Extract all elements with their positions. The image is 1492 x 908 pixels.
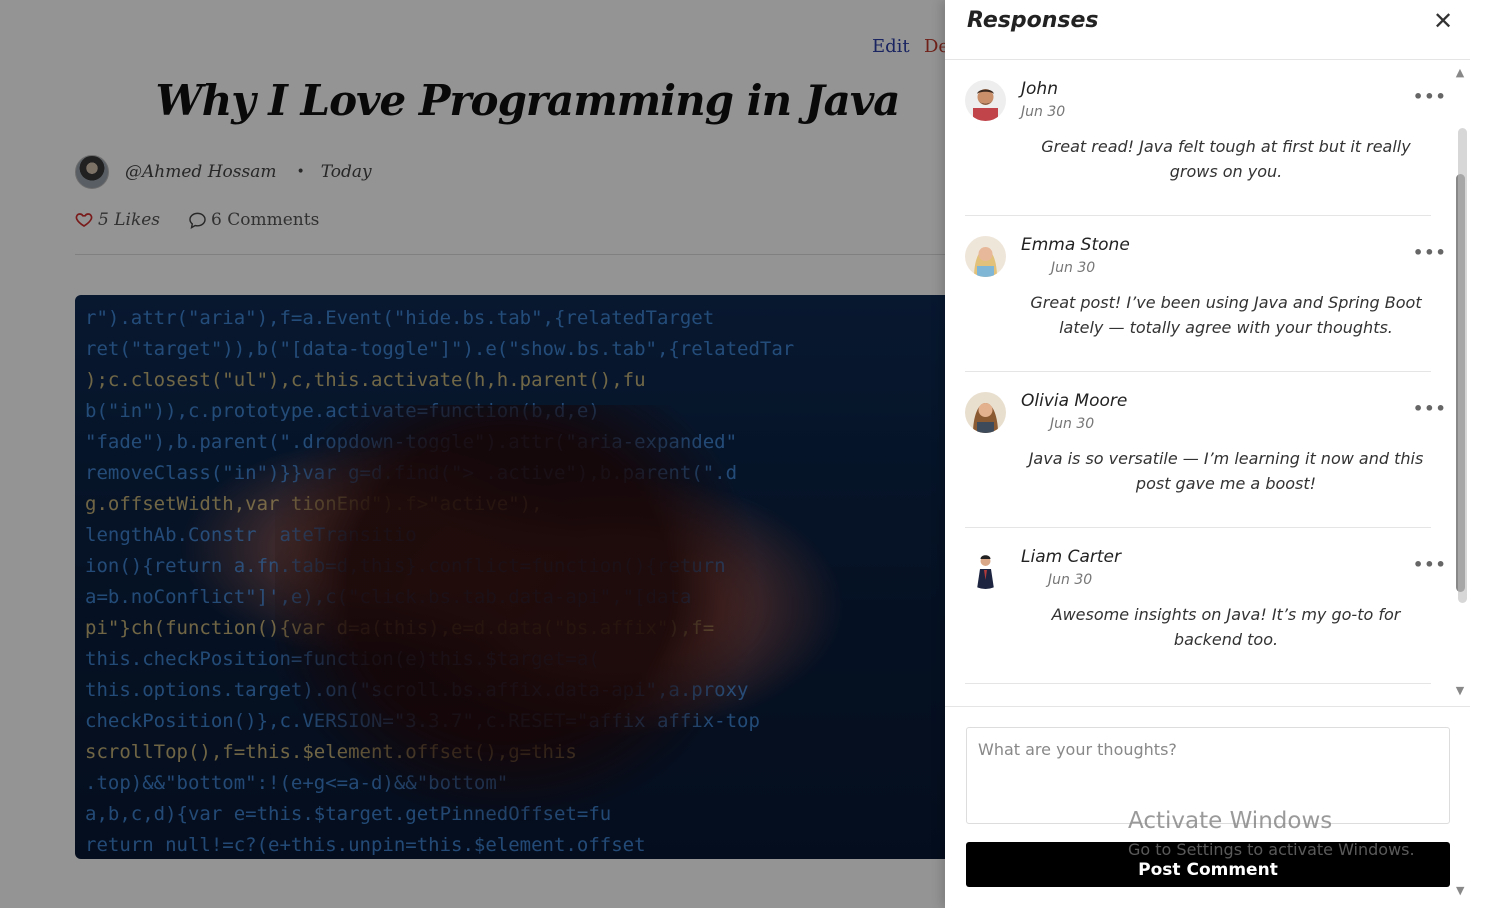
response-text: Java is so versatile — I’m learning it n… (1028, 449, 1424, 493)
response-author[interactable]: Olivia Moore (1021, 391, 1127, 411)
response-date: Jun 30 (1051, 260, 1096, 276)
panel-scrollbar-thumb[interactable] (1458, 128, 1467, 603)
avatar[interactable] (965, 80, 1006, 121)
response-item: Liam Carter Jun 30 ••• Awesome insights … (965, 528, 1446, 684)
panel-header: Responses ✕ (945, 0, 1470, 60)
panel-scroll-down-arrow-icon[interactable]: ▼ (1456, 884, 1464, 897)
avatar[interactable] (965, 236, 1006, 277)
response-date: Jun 30 (1021, 104, 1066, 120)
responses-panel: Responses ✕ John Jun 30 ••• Great read! … (945, 0, 1492, 908)
modal-backdrop[interactable] (0, 0, 945, 908)
response-text: Great post! I’ve been using Java and Spr… (1030, 293, 1422, 337)
response-date: Jun 30 (1048, 572, 1093, 588)
response-item: Olivia Moore Jun 30 ••• Java is so versa… (965, 372, 1446, 528)
response-author[interactable]: Liam Carter (1021, 547, 1121, 567)
response-text: Awesome insights on Java! It’s my go-to … (1051, 605, 1401, 649)
scroll-up-arrow-icon[interactable]: ▲ (1453, 66, 1467, 79)
response-date: Jun 30 (1050, 416, 1095, 432)
more-horizontal-icon[interactable]: ••• (1413, 399, 1447, 418)
divider (945, 706, 1470, 707)
responses-list: John Jun 30 ••• Great read! Java felt to… (945, 60, 1470, 707)
more-horizontal-icon[interactable]: ••• (1413, 555, 1447, 574)
close-icon[interactable]: ✕ (1432, 8, 1454, 34)
scroll-down-arrow-icon[interactable]: ▼ (1453, 684, 1467, 697)
response-author[interactable]: John (1021, 79, 1058, 99)
avatar[interactable] (965, 548, 1006, 589)
more-horizontal-icon[interactable]: ••• (1413, 87, 1447, 106)
comment-input[interactable] (966, 727, 1450, 824)
response-text: Great read! Java felt tough at first but… (1041, 137, 1411, 181)
more-horizontal-icon[interactable]: ••• (1413, 243, 1447, 262)
post-comment-button[interactable]: Post Comment (966, 842, 1450, 887)
avatar[interactable] (965, 392, 1006, 433)
response-item: John Jun 30 ••• Great read! Java felt to… (965, 60, 1446, 216)
response-item: Emma Stone Jun 30 ••• Great post! I’ve b… (965, 216, 1446, 372)
response-author[interactable]: Emma Stone (1021, 235, 1130, 255)
panel-title: Responses (967, 8, 1099, 33)
